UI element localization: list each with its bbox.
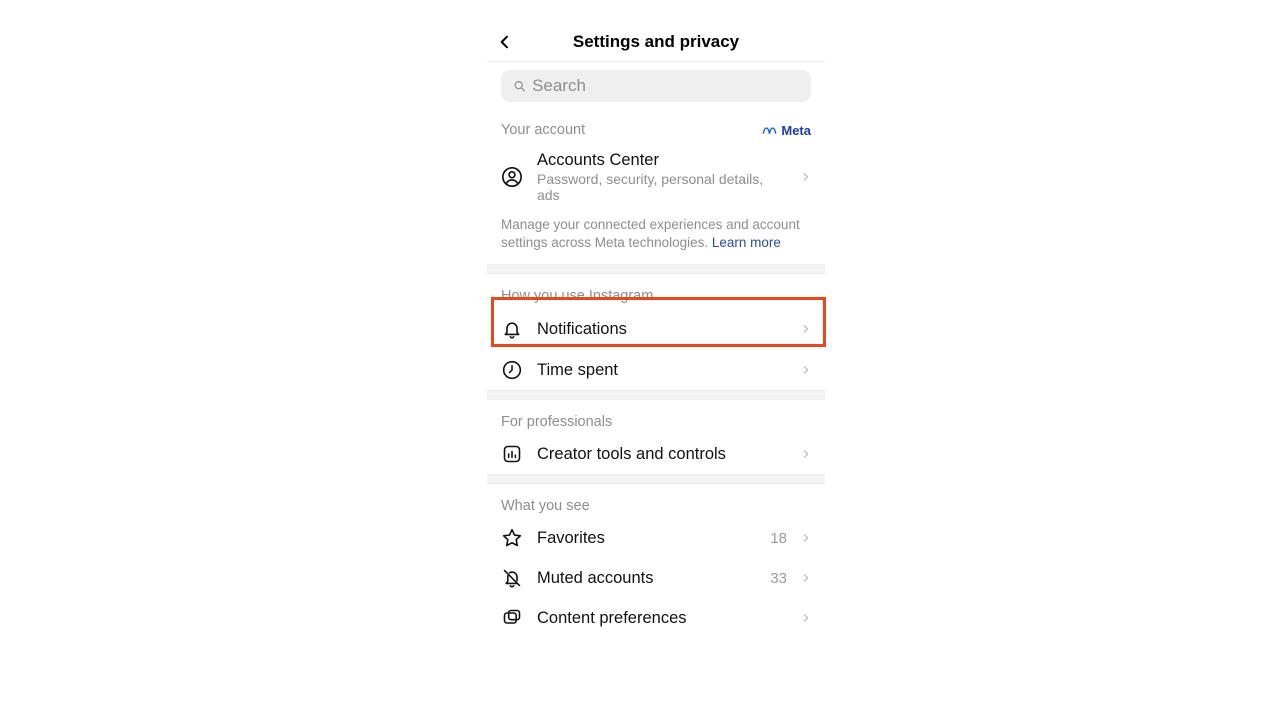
search-wrap xyxy=(487,62,825,108)
meta-icon xyxy=(762,125,777,135)
clock-icon xyxy=(501,359,523,381)
section-label: Your account xyxy=(501,122,585,138)
section-heading-usage: How you use Instagram xyxy=(487,274,825,308)
search-icon xyxy=(513,79,526,93)
row-accounts-center[interactable]: Accounts Center Password, security, pers… xyxy=(487,142,825,212)
row-content-preferences[interactable]: Content preferences xyxy=(487,598,825,638)
section-label: What you see xyxy=(501,498,590,514)
row-label: Notifications xyxy=(537,320,787,339)
section-gap xyxy=(487,390,825,400)
row-count: 33 xyxy=(770,570,787,587)
row-label: Favorites xyxy=(537,529,756,548)
row-time-spent[interactable]: Time spent xyxy=(487,350,825,390)
top-bar: Settings and privacy xyxy=(487,22,825,62)
row-label: Time spent xyxy=(537,361,787,380)
meta-brand: Meta xyxy=(762,123,811,138)
row-creator-tools[interactable]: Creator tools and controls xyxy=(487,434,825,474)
chart-icon xyxy=(501,443,523,465)
row-title: Accounts Center xyxy=(537,151,787,170)
section-heading-professionals: For professionals xyxy=(487,400,825,434)
chevron-right-icon xyxy=(801,447,811,461)
chevron-left-icon xyxy=(497,34,513,50)
media-icon xyxy=(501,607,523,629)
section-heading-account: Your account Meta xyxy=(487,108,825,142)
page-title: Settings and privacy xyxy=(487,32,825,52)
bell-icon xyxy=(501,318,523,340)
row-label: Content preferences xyxy=(537,609,787,628)
settings-screen: Settings and privacy Your account Meta A… xyxy=(487,22,825,640)
section-label: For professionals xyxy=(501,414,612,430)
section-gap xyxy=(487,474,825,484)
section-label: How you use Instagram xyxy=(501,288,653,304)
chevron-right-icon xyxy=(801,322,811,336)
star-icon xyxy=(501,527,523,549)
search-field[interactable] xyxy=(501,70,811,102)
row-muted-accounts[interactable]: Muted accounts 33 xyxy=(487,558,825,598)
section-heading-what-you-see: What you see xyxy=(487,484,825,518)
chevron-right-icon xyxy=(801,571,811,585)
row-label: Creator tools and controls xyxy=(537,445,787,464)
bell-off-icon xyxy=(501,567,523,589)
learn-more-link[interactable]: Learn more xyxy=(712,235,781,250)
account-note: Manage your connected experiences and ac… xyxy=(487,212,825,264)
row-subtitle: Password, security, personal details, ad… xyxy=(537,171,787,203)
row-count: 18 xyxy=(770,530,787,547)
chevron-right-icon xyxy=(801,611,811,625)
search-input[interactable] xyxy=(532,76,799,96)
section-gap xyxy=(487,264,825,274)
chevron-right-icon xyxy=(801,363,811,377)
meta-label: Meta xyxy=(781,123,811,138)
row-favorites[interactable]: Favorites 18 xyxy=(487,518,825,558)
row-label: Muted accounts xyxy=(537,569,756,588)
chevron-right-icon xyxy=(801,531,811,545)
back-button[interactable] xyxy=(487,22,523,62)
chevron-right-icon xyxy=(801,170,811,184)
accounts-center-icon xyxy=(501,166,523,188)
row-notifications[interactable]: Notifications xyxy=(487,308,825,350)
row-text: Accounts Center Password, security, pers… xyxy=(537,151,787,203)
